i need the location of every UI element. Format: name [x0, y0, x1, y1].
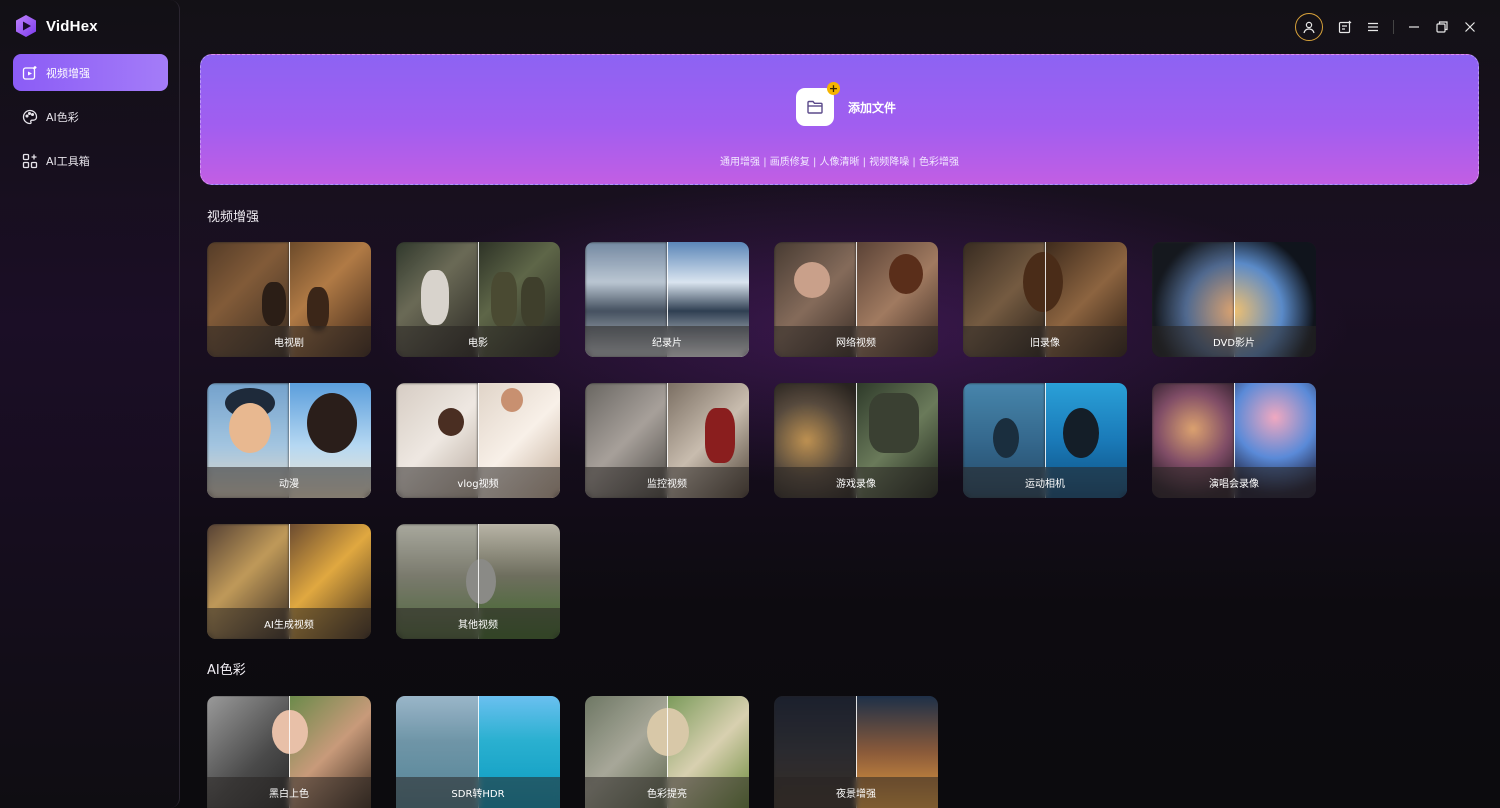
section-title-video-enhance: 视频增强	[207, 210, 260, 225]
scenario-card-anime[interactable]: 动漫	[207, 383, 371, 498]
card-label: vlog视频	[396, 467, 560, 498]
card-label: 黑白上色	[207, 777, 371, 808]
sidebar: VidHex 视频增强 AI色彩 AI工具箱	[0, 0, 180, 808]
scenario-card-night-enhance[interactable]: 夜景增强	[774, 696, 938, 808]
scenario-card-old-video[interactable]: 旧录像	[963, 242, 1127, 357]
close-button[interactable]	[1456, 13, 1484, 41]
supported-features-text: 通用增强 | 画质修复 | 人像清晰 | 视频降噪 | 色彩增强	[720, 157, 959, 168]
title-bar-divider	[1393, 20, 1394, 34]
minimize-button[interactable]	[1400, 13, 1428, 41]
scenario-card-documentary[interactable]: 纪录片	[585, 242, 749, 357]
card-label: 夜景增强	[774, 777, 938, 808]
plus-badge-icon: +	[827, 82, 840, 95]
scenario-card-vlog[interactable]: vlog视频	[396, 383, 560, 498]
close-icon	[1465, 22, 1475, 32]
sidebar-item-ai-color[interactable]: AI色彩	[13, 98, 168, 135]
menu-button[interactable]	[1359, 13, 1387, 41]
card-label: AI生成视频	[207, 608, 371, 639]
scenario-card-game-recording[interactable]: 游戏录像	[774, 383, 938, 498]
card-label: 色彩提亮	[585, 777, 749, 808]
app-window: VidHex 视频增强 AI色彩 AI工具箱 + 添加文件 通用增强 | 画质修…	[0, 0, 1500, 808]
feedback-button[interactable]	[1331, 13, 1359, 41]
sidebar-item-label: AI工具箱	[46, 154, 90, 168]
card-label: 其他视频	[396, 608, 560, 639]
scenario-card-dvd[interactable]: DVD影片	[1152, 242, 1316, 357]
user-icon	[1303, 21, 1315, 34]
scenario-card-concert[interactable]: 演唱会录像	[1152, 383, 1316, 498]
scenario-card-tv-series[interactable]: 电视剧	[207, 242, 371, 357]
title-bar	[1295, 13, 1484, 41]
sidebar-item-ai-toolbox[interactable]: AI工具箱	[13, 142, 168, 179]
toolbox-icon	[22, 153, 38, 168]
scenario-card-movie[interactable]: 电影	[396, 242, 560, 357]
card-label: 演唱会录像	[1152, 467, 1316, 498]
vidhex-logo-icon	[16, 15, 36, 37]
scenario-card-other-video[interactable]: 其他视频	[396, 524, 560, 639]
sidebar-item-video-enhance[interactable]: 视频增强	[13, 54, 168, 91]
scenario-card-sdr-to-hdr[interactable]: SDR转HDR	[396, 696, 560, 808]
card-label: 网络视频	[774, 326, 938, 357]
add-file-dropzone[interactable]: + 添加文件 通用增强 | 画质修复 | 人像清晰 | 视频降噪 | 色彩增强	[200, 54, 1479, 185]
feedback-icon	[1338, 20, 1352, 34]
sidebar-nav: 视频增强 AI色彩 AI工具箱	[13, 54, 168, 186]
card-label: 动漫	[207, 467, 371, 498]
card-label: 运动相机	[963, 467, 1127, 498]
scenario-card-surveillance[interactable]: 监控视频	[585, 383, 749, 498]
menu-icon	[1368, 22, 1378, 32]
card-label: 游戏录像	[774, 467, 938, 498]
video-enhance-icon	[22, 65, 37, 80]
brand: VidHex	[14, 14, 98, 38]
app-name: VidHex	[46, 17, 98, 35]
card-label: 纪录片	[585, 326, 749, 357]
scenario-card-web-video[interactable]: 网络视频	[774, 242, 938, 357]
card-label: 电影	[396, 326, 560, 357]
minimize-icon	[1409, 26, 1419, 28]
scenario-card-colorize[interactable]: 黑白上色	[207, 696, 371, 808]
card-label: 监控视频	[585, 467, 749, 498]
scenario-card-action-camera[interactable]: 运动相机	[963, 383, 1127, 498]
user-avatar-button[interactable]	[1295, 13, 1323, 41]
restore-button[interactable]	[1428, 13, 1456, 41]
restore-icon	[1436, 21, 1448, 33]
sidebar-item-label: AI色彩	[46, 110, 79, 124]
card-label: 旧录像	[963, 326, 1127, 357]
add-file-icon-box: +	[796, 82, 840, 126]
add-file-label: 添加文件	[848, 100, 897, 115]
section-title-ai-color: AI色彩	[207, 663, 246, 678]
add-file-button[interactable]: + 添加文件	[796, 82, 897, 126]
palette-icon	[22, 109, 38, 124]
scenario-card-color-boost[interactable]: 色彩提亮	[585, 696, 749, 808]
scenario-card-ai-generated[interactable]: AI生成视频	[207, 524, 371, 639]
folder-icon	[807, 100, 823, 114]
sidebar-item-label: 视频增强	[46, 66, 90, 80]
card-label: DVD影片	[1152, 326, 1316, 357]
card-label: SDR转HDR	[396, 777, 560, 808]
card-label: 电视剧	[207, 326, 371, 357]
